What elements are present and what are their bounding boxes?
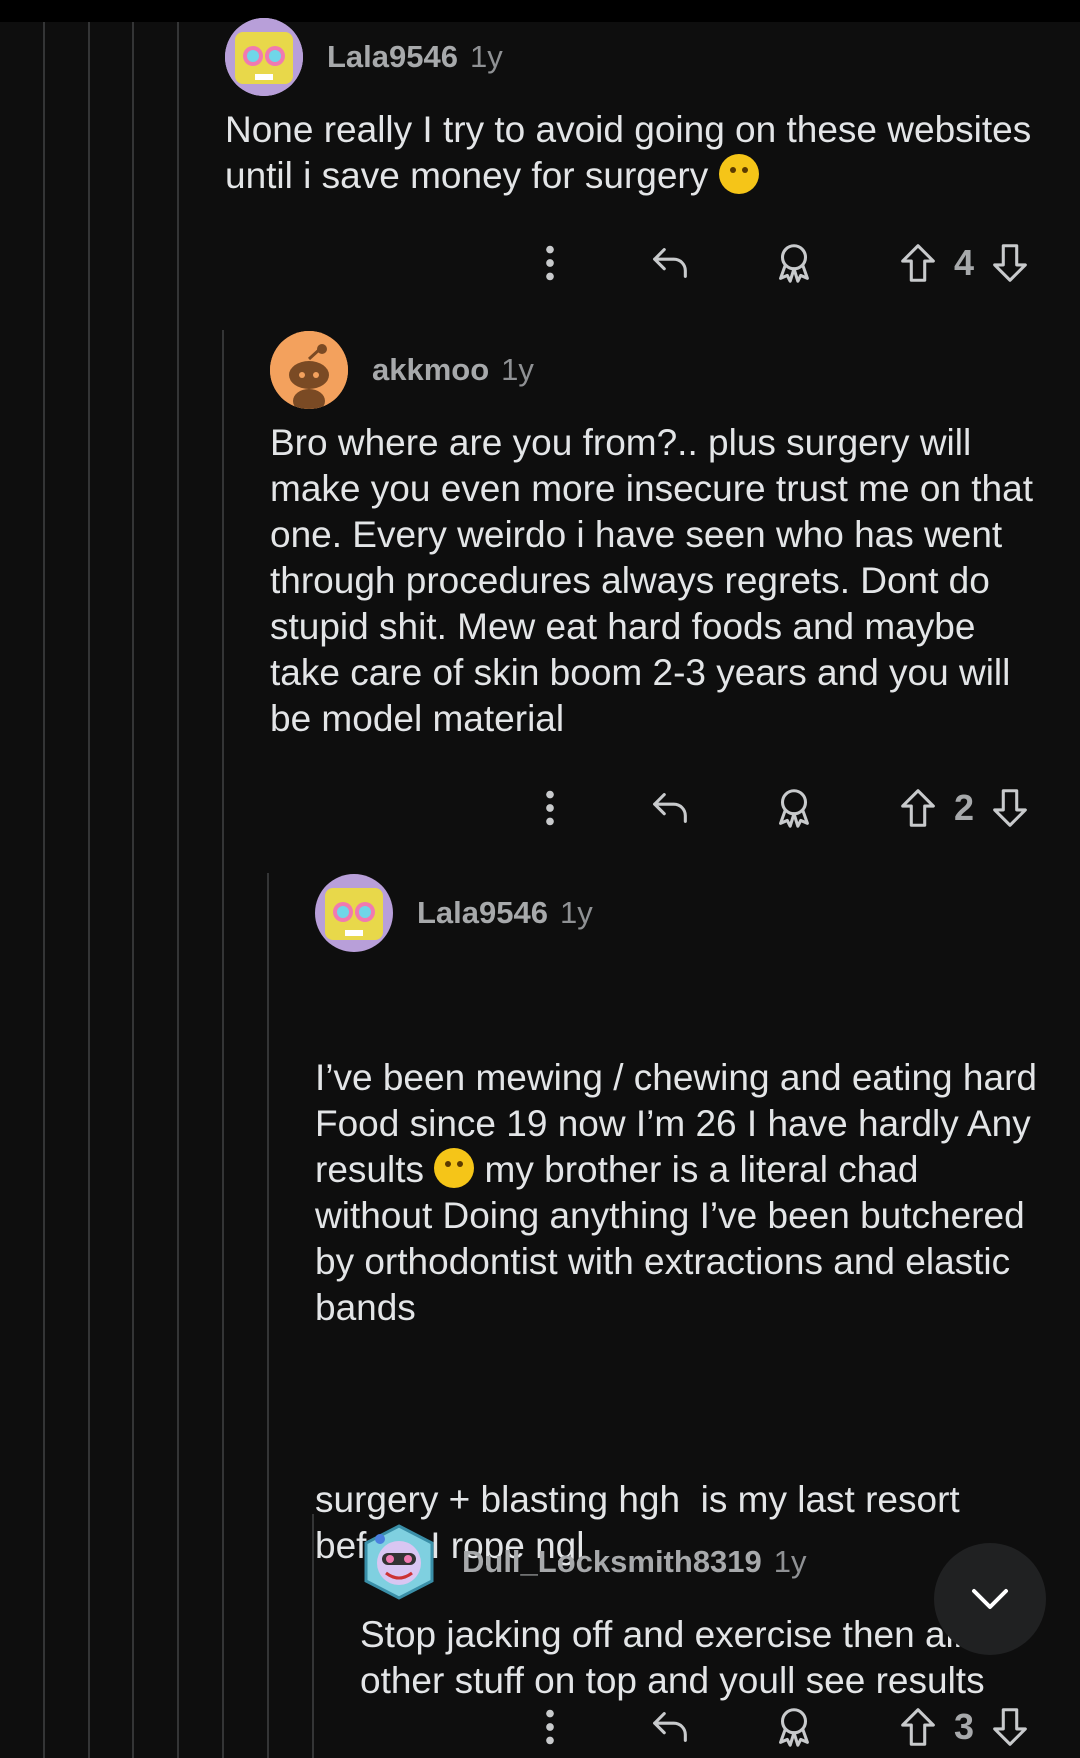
username[interactable]: Lala9546 — [417, 895, 548, 931]
smiling-face-with-tear-emoji — [434, 1148, 475, 1188]
comment-header: akkmoo 1y — [270, 330, 1040, 410]
comment-header: Lala9546 1y — [315, 873, 1040, 953]
vote-count: 3 — [953, 1706, 974, 1747]
comment-actions: 2 — [270, 778, 1040, 838]
upvote-button[interactable] — [888, 778, 948, 838]
downvote-icon — [993, 1708, 1027, 1746]
comment-age: 1y — [470, 39, 503, 74]
comment-header: Lala9546 1y — [225, 17, 1040, 97]
thread-line[interactable] — [222, 330, 224, 1758]
thread-line[interactable] — [132, 22, 134, 1758]
award-icon — [779, 1708, 809, 1747]
downvote-button[interactable] — [980, 233, 1040, 293]
more-options-button[interactable] — [520, 1697, 580, 1757]
avatar[interactable] — [270, 331, 348, 409]
username[interactable]: Lala9546 — [327, 39, 458, 75]
upvote-icon — [901, 789, 935, 827]
more-options-button[interactable] — [520, 778, 580, 838]
comment-actions: 4 — [225, 233, 1040, 293]
award-button[interactable] — [764, 778, 824, 838]
chevron-down-icon — [972, 1589, 1008, 1609]
comment-actions: 3 — [315, 1697, 1040, 1757]
upvote-button[interactable] — [888, 1697, 948, 1757]
reply-icon — [653, 1712, 687, 1742]
avatar[interactable] — [315, 874, 393, 952]
more-vertical-icon — [546, 1709, 554, 1745]
comment: Lala9546 1y None really I try to avoid g… — [225, 17, 1040, 293]
downvote-icon — [993, 244, 1027, 282]
thread-line[interactable] — [267, 873, 269, 1758]
reply-icon — [653, 248, 687, 278]
upvote-icon — [901, 1708, 935, 1746]
award-button[interactable] — [764, 233, 824, 293]
username[interactable]: Dull_Locksmith8319 — [462, 1544, 762, 1580]
upvote-icon — [901, 244, 935, 282]
reply-button[interactable] — [640, 233, 700, 293]
thread-line[interactable] — [177, 22, 179, 1758]
more-options-button[interactable] — [520, 233, 580, 293]
thread-line[interactable] — [43, 22, 45, 1758]
comment-body: None really I try to avoid going on thes… — [225, 107, 1040, 199]
comment-paragraph: I’ve been mewing / chewing and eating ha… — [315, 1055, 1040, 1331]
comment: akkmoo 1y Bro where are you from?.. plus… — [270, 330, 1040, 838]
comment-body: Bro where are you from?.. plus surgery w… — [270, 420, 1040, 742]
comment-age: 1y — [773, 1544, 807, 1579]
award-icon — [779, 789, 809, 828]
award-button[interactable] — [764, 1697, 824, 1757]
username[interactable]: akkmoo — [372, 352, 489, 388]
comment-text: Bro where are you from?.. plus surgery w… — [270, 422, 1044, 739]
vote-count: 4 — [953, 242, 974, 283]
next-comment-button[interactable] — [934, 1543, 1046, 1655]
thread-line[interactable] — [88, 22, 90, 1758]
comment-body: Stop jacking off and exercise then all t… — [360, 1612, 1040, 1704]
reply-button[interactable] — [640, 1697, 700, 1757]
downvote-button[interactable] — [980, 778, 1040, 838]
award-icon — [779, 244, 809, 283]
reply-button[interactable] — [640, 778, 700, 838]
more-vertical-icon — [546, 245, 554, 281]
thread-line[interactable] — [312, 1514, 314, 1758]
comment-text: Stop jacking off and exercise then — [360, 1614, 925, 1655]
downvote-button[interactable] — [980, 1697, 1040, 1757]
comment-age: 1y — [560, 895, 593, 930]
comment-age: 1y — [501, 352, 534, 387]
avatar[interactable] — [360, 1523, 438, 1601]
reply-icon — [653, 793, 687, 823]
more-vertical-icon — [546, 790, 554, 826]
avatar[interactable] — [225, 18, 303, 96]
upvote-button[interactable] — [888, 233, 948, 293]
downvote-icon — [993, 789, 1027, 827]
comment-text: None really I try to avoid going on thes… — [225, 109, 1042, 196]
smiling-face-with-tear-emoji — [718, 154, 759, 194]
vote-count: 2 — [953, 787, 974, 828]
